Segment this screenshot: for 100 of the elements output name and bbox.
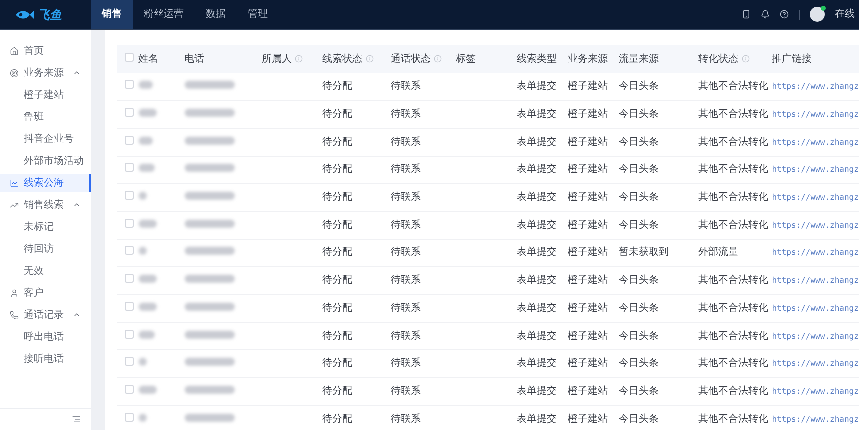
promo-link[interactable]: https://www.zhangz	[772, 386, 859, 396]
sidebar-item[interactable]: 通话记录	[0, 306, 91, 324]
nav-tab[interactable]: 粉丝运营	[133, 0, 195, 29]
table-cell: 其他不合法转化	[698, 220, 769, 231]
table-cell: 橙子建站	[568, 109, 608, 120]
redacted-value	[138, 414, 147, 422]
table-cell: 待联系	[391, 164, 422, 176]
table-cell: 其他不合法转化	[698, 386, 769, 397]
redacted-value	[184, 109, 234, 118]
checkbox[interactable]	[125, 274, 134, 284]
table-cell: 表单提交	[516, 330, 557, 342]
redacted-value	[184, 414, 234, 422]
table-cell: 待联系	[391, 358, 422, 370]
home-icon	[10, 46, 19, 56]
notification-icon[interactable]	[761, 10, 770, 19]
redacted-value	[184, 220, 234, 228]
table-cell: 待分配	[322, 220, 353, 231]
table-cell: 橙子建站	[568, 330, 608, 342]
sidebar-item[interactable]: 无效	[0, 262, 91, 280]
checkbox[interactable]	[125, 52, 134, 62]
column-header: 所属人	[262, 52, 292, 66]
table-cell: 其他不合法转化	[698, 302, 769, 314]
table-cell: 其他不合法转化	[698, 414, 769, 425]
table-cell: 表单提交	[516, 302, 557, 314]
redacted-value	[138, 192, 147, 200]
promo-link[interactable]: https://www.zhangz	[772, 248, 859, 258]
caret-icon[interactable]	[73, 201, 81, 209]
checkbox[interactable]	[125, 108, 134, 118]
redacted-value	[184, 164, 234, 172]
table-cell: 待联系	[391, 275, 422, 286]
sidebar-item[interactable]: 客户	[0, 284, 91, 302]
checkbox[interactable]	[125, 191, 134, 200]
checkbox[interactable]	[125, 302, 134, 311]
checkbox[interactable]	[125, 246, 134, 256]
sidebar-item[interactable]: 业务来源	[0, 64, 91, 82]
promo-link[interactable]: https://www.zhangz	[772, 165, 859, 174]
checkbox[interactable]	[125, 412, 134, 422]
redacted-value	[184, 358, 234, 366]
promo-link[interactable]: https://www.zhangz	[772, 332, 859, 341]
avatar[interactable]	[810, 7, 825, 22]
info-icon[interactable]	[366, 55, 374, 63]
sidebar-item[interactable]: 鲁班	[0, 108, 91, 126]
table-cell: 待分配	[322, 358, 353, 370]
caret-icon[interactable]	[73, 69, 81, 77]
caret-icon[interactable]	[73, 311, 81, 319]
table-cell: 待分配	[322, 109, 353, 120]
checkbox[interactable]	[125, 330, 134, 339]
nav-tab[interactable]: 管理	[237, 0, 279, 29]
info-icon[interactable]	[742, 55, 750, 63]
phone-icon[interactable]	[742, 10, 751, 19]
sidebar-item[interactable]: 销售线索	[0, 196, 91, 214]
sidebar-item[interactable]: 线索公海	[0, 174, 91, 192]
table-cell: 表单提交	[516, 109, 557, 120]
sidebar-item[interactable]: 未标记	[0, 218, 91, 236]
checkbox[interactable]	[125, 357, 134, 366]
table-cell: 其他不合法转化	[698, 109, 769, 120]
table-cell: 待分配	[322, 330, 353, 342]
table-cell: 表单提交	[516, 136, 557, 148]
nav-tab[interactable]: 销售	[91, 0, 133, 29]
table-cell: 今日头条	[618, 386, 659, 397]
promo-link[interactable]: https://www.zhangz	[772, 304, 859, 313]
collapse-icon[interactable]	[72, 415, 81, 424]
promo-link[interactable]: https://www.zhangz	[772, 110, 859, 120]
nav-tab[interactable]: 数据	[195, 0, 237, 29]
help-icon[interactable]	[780, 10, 789, 19]
promo-link[interactable]: https://www.zhangz	[772, 359, 859, 368]
checkbox[interactable]	[125, 163, 134, 172]
sidebar-item[interactable]: 抖音企业号	[0, 130, 91, 148]
promo-link[interactable]: https://www.zhangz	[772, 414, 859, 424]
sidebar-item[interactable]: 首页	[0, 42, 91, 60]
table-cell: 待联系	[391, 220, 422, 231]
table-cell: 橙子建站	[568, 302, 608, 314]
checkbox[interactable]	[125, 384, 134, 394]
sidebar-item[interactable]: 呼出电话	[0, 328, 91, 346]
table-cell: 橙子建站	[568, 164, 608, 176]
logo-text: 飞鱼	[38, 6, 62, 24]
table-cell: 其他不合法转化	[698, 275, 769, 286]
sidebar-item[interactable]: 接听电话	[0, 350, 91, 368]
table-cell: 其他不合法转化	[698, 164, 769, 176]
table-cell: 待分配	[322, 414, 353, 425]
info-icon[interactable]	[295, 55, 304, 63]
sidebar-item[interactable]: 外部市场活动	[0, 152, 91, 170]
sidebar-item[interactable]: 橙子建站	[0, 86, 91, 104]
sidebar-item[interactable]: 待回访	[0, 240, 91, 258]
table-cell: 橙子建站	[568, 275, 608, 286]
promo-link[interactable]: https://www.zhangz	[772, 138, 859, 147]
promo-link[interactable]: https://www.zhangz	[772, 220, 859, 230]
table-cell: 待分配	[322, 386, 353, 397]
promo-link[interactable]: https://www.zhangz	[772, 276, 859, 286]
info-icon[interactable]	[434, 55, 442, 63]
promo-link[interactable]: https://www.zhangz	[772, 193, 859, 202]
table-cell: 待联系	[391, 192, 422, 204]
column-header: 线索状态	[322, 52, 363, 66]
checkbox[interactable]	[125, 136, 134, 145]
fish-logo-icon	[14, 10, 34, 20]
table-cell: 其他不合法转化	[698, 136, 769, 148]
table-cell: 待分配	[322, 136, 353, 148]
promo-link[interactable]: https://www.zhangz	[772, 82, 859, 92]
checkbox[interactable]	[125, 80, 134, 90]
checkbox[interactable]	[125, 218, 134, 228]
